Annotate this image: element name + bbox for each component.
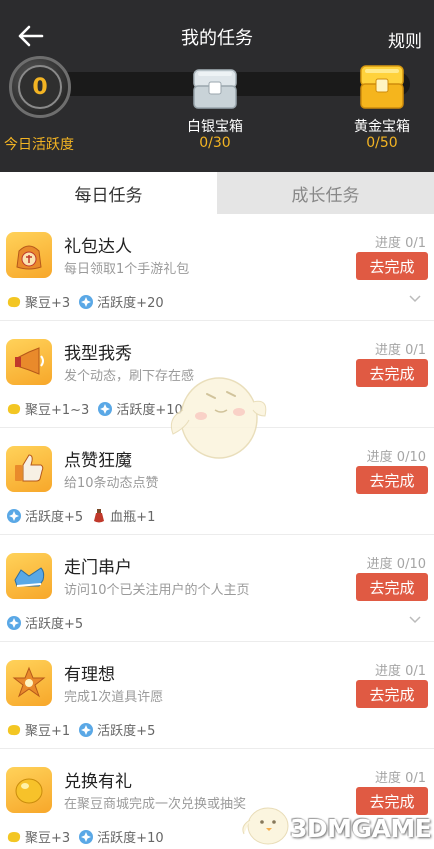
watermark-mascot-icon (242, 807, 289, 845)
go-complete-button[interactable]: 去完成 (356, 573, 428, 601)
thumbs-up-icon (6, 446, 52, 492)
task-rewards: 聚豆+3 活跃度+10 (6, 827, 172, 846)
reward-activity: 活跃度+20 (78, 292, 164, 311)
task-title: 礼包达人 (64, 237, 132, 257)
reward-activity: 活跃度+5 (6, 613, 83, 632)
task-progress: 进度 0/1 (374, 343, 426, 358)
go-complete-button[interactable]: 去完成 (356, 466, 428, 494)
reward-text: 活跃度+20 (97, 296, 164, 311)
task-title: 兑换有礼 (64, 772, 132, 792)
gift-bag-icon (6, 232, 52, 278)
reward-potion: 血瓶+1 (91, 506, 155, 525)
task-desc: 给10条动态点赞 (64, 476, 159, 491)
gold-chest-icon[interactable] (357, 62, 407, 112)
reward-text: 聚豆+3 (25, 296, 71, 311)
activity-icon (79, 294, 94, 309)
task-rewards: 聚豆+1~3 活跃度+10 (6, 399, 191, 418)
task-progress: 进度 0/1 (374, 771, 426, 786)
reward-text: 聚豆+3 (25, 831, 71, 846)
task-rewards: 活跃度+5 血瓶+1 (6, 506, 163, 525)
silver-chest-name: 白银宝箱 (187, 119, 243, 135)
task-progress: 进度 0/10 (366, 450, 426, 465)
reward-text: 活跃度+5 (25, 617, 84, 632)
activity-icon (98, 401, 113, 416)
watermark-logo: 3DMGAME (290, 814, 432, 843)
task-item: 有理想 完成1次道具许愿 进度 0/1 去完成 聚豆+1 活跃度+5 (0, 642, 434, 749)
go-complete-button[interactable]: 去完成 (356, 787, 428, 815)
reward-text: 聚豆+1~3 (25, 403, 90, 418)
task-title: 我型我秀 (64, 344, 132, 364)
reward-activity: 活跃度+5 (78, 720, 155, 739)
reward-bean: 聚豆+1~3 (6, 399, 89, 418)
chevron-down-icon[interactable] (408, 294, 422, 304)
reward-bean: 聚豆+3 (6, 292, 70, 311)
wish-star-icon (6, 660, 52, 706)
task-rewards: 聚豆+1 活跃度+5 (6, 720, 163, 739)
shoe-icon (6, 553, 52, 599)
task-desc: 完成1次道具许愿 (64, 690, 164, 705)
task-progress: 进度 0/10 (366, 557, 426, 572)
activity-label: 今日活跃度 (4, 137, 74, 153)
bean-icon (7, 296, 21, 307)
task-tabs: 每日任务 成长任务 (0, 172, 434, 214)
reward-text: 聚豆+1 (25, 724, 71, 739)
mascot-float-icon[interactable] (165, 358, 269, 468)
go-complete-button[interactable]: 去完成 (356, 680, 428, 708)
page-title: 我的任务 (181, 28, 253, 49)
task-desc: 每日领取1个手游礼包 (64, 262, 190, 277)
task-title: 点赞狂魔 (64, 451, 132, 471)
go-complete-button[interactable]: 去完成 (356, 359, 428, 387)
bean-icon (7, 831, 21, 842)
reward-text: 活跃度+5 (97, 724, 156, 739)
reward-text: 血瓶+1 (110, 510, 156, 525)
reward-text: 活跃度+10 (97, 831, 164, 846)
tab-daily[interactable]: 每日任务 (0, 172, 217, 214)
activity-value: 0 (18, 65, 62, 109)
bean-icon (7, 403, 21, 414)
activity-coin: 0 (9, 56, 71, 118)
potion-icon (94, 508, 105, 522)
task-rewards: 聚豆+3 活跃度+20 (6, 292, 172, 311)
task-desc: 访问10个已关注用户的个人主页 (64, 583, 250, 598)
reward-activity: 活跃度+5 (6, 506, 83, 525)
activity-icon (79, 722, 94, 737)
task-item: 礼包达人 每日领取1个手游礼包 进度 0/1 去完成 聚豆+3 活跃度+20 (0, 214, 434, 321)
gold-chest-progress: 0/50 (366, 135, 398, 151)
chevron-down-icon[interactable] (408, 615, 422, 625)
gold-chest-name: 黄金宝箱 (354, 119, 410, 135)
reward-activity: 活跃度+10 (78, 827, 164, 846)
task-item: 走门串户 访问10个已关注用户的个人主页 进度 0/10 去完成 活跃度+5 (0, 535, 434, 642)
task-desc: 在聚豆商城完成一次兑换或抽奖 (64, 797, 247, 812)
reward-bean: 聚豆+1 (6, 720, 70, 739)
activity-icon (7, 508, 21, 523)
activity-icon (79, 829, 94, 844)
task-progress: 进度 0/1 (374, 664, 426, 679)
bean-icon (7, 724, 21, 735)
tab-growth[interactable]: 成长任务 (217, 172, 434, 214)
megaphone-icon (6, 339, 52, 385)
task-title: 有理想 (64, 665, 115, 685)
reward-text: 活跃度+5 (25, 510, 84, 525)
reward-bean: 聚豆+3 (6, 827, 70, 846)
header: 我的任务 规则 0 今日活跃度 白银宝箱 0/30 黄金宝箱 0/50 (0, 0, 434, 172)
bean-exchange-icon (6, 767, 52, 813)
task-progress: 进度 0/1 (374, 236, 426, 251)
task-title: 走门串户 (64, 558, 132, 578)
task-list: 礼包达人 每日领取1个手游礼包 进度 0/1 去完成 聚豆+3 活跃度+20 我… (0, 214, 434, 849)
silver-chest-progress: 0/30 (199, 135, 231, 151)
go-complete-button[interactable]: 去完成 (356, 252, 428, 280)
rules-link[interactable]: 规则 (388, 27, 422, 52)
activity-icon (7, 615, 21, 630)
silver-chest-icon[interactable] (190, 66, 240, 112)
task-rewards: 活跃度+5 (6, 613, 91, 632)
